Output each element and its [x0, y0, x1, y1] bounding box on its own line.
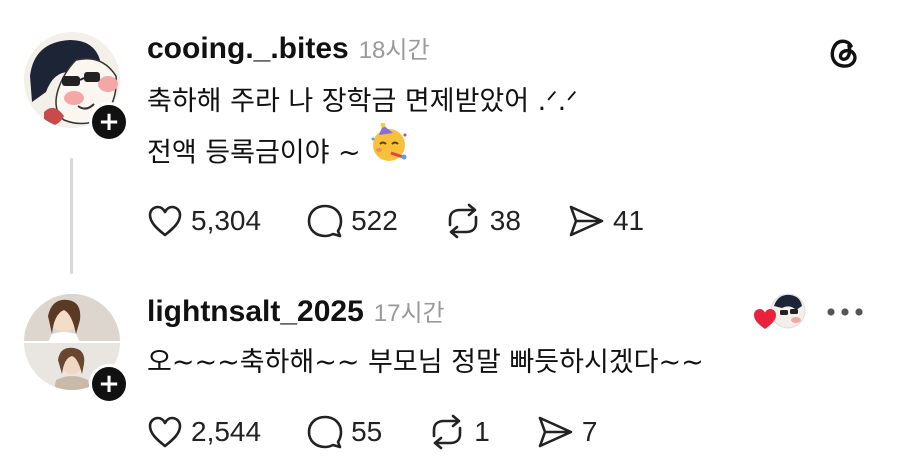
timestamp: 17시간 [373, 300, 445, 327]
repost-icon [448, 203, 478, 239]
send-icon [569, 205, 604, 237]
comment-count: 522 [351, 205, 398, 236]
username[interactable]: cooing._.bites [147, 32, 349, 66]
repost-button[interactable]: 1 [428, 414, 490, 450]
heart-icon [148, 416, 182, 448]
post-text-line: 축하해 주라 나 장학금 면제받았어 .ᐟ.ᐟ [147, 86, 578, 117]
post-text-line: 전액 등록금이야 ~ [147, 122, 578, 182]
like-count: 5,304 [191, 205, 262, 236]
partying-face-emoji [369, 122, 409, 179]
comment-button[interactable]: 522 [307, 203, 398, 239]
threads-logo-icon[interactable] [826, 34, 862, 74]
share-count: 7 [581, 416, 598, 447]
comment-button[interactable]: 55 [307, 414, 382, 450]
follow-plus-button[interactable]: + [89, 364, 129, 404]
post-actions: 5,304 522 38 41 [147, 203, 690, 239]
follow-plus-button[interactable]: + [89, 102, 129, 142]
repost-count: 38 [489, 205, 521, 236]
comment-bubble-icon [307, 415, 343, 449]
share-button[interactable]: 41 [567, 204, 644, 238]
comment-count: 55 [351, 416, 383, 447]
like-button[interactable]: 5,304 [147, 204, 261, 238]
heart-icon [148, 205, 182, 237]
reply-actions: 2,544 55 1 7 [147, 414, 643, 450]
repost-count: 1 [474, 416, 490, 447]
like-count: 2,544 [191, 416, 262, 447]
reply-header: lightnsalt_2025 17시간 [147, 293, 445, 329]
username[interactable]: lightnsalt_2025 [147, 295, 364, 329]
heart-avatar-icon [752, 292, 808, 336]
share-button[interactable]: 7 [536, 415, 598, 449]
post-header: cooing._.bites 18시간 [147, 30, 430, 66]
thread-line [70, 158, 73, 274]
share-count: 41 [612, 205, 645, 236]
timestamp: 18시간 [358, 37, 430, 64]
comment-bubble-icon [307, 204, 343, 238]
post-text-line: 오~~~축하해~~ 부모님 정말 빠듯하시겠다~~ [147, 347, 704, 378]
like-button[interactable]: 2,544 [147, 415, 261, 449]
reply-text: 오~~~축하해~~ 부모님 정말 빠듯하시겠다~~ [147, 339, 704, 387]
repost-button[interactable]: 38 [444, 203, 521, 239]
repost-icon [432, 414, 462, 450]
more-options-icon[interactable] [826, 303, 864, 322]
post-text: 축하해 주라 나 장학금 면제받았어 .ᐟ.ᐟ 전액 등록금이야 ~ [147, 78, 578, 182]
send-icon [538, 416, 573, 448]
